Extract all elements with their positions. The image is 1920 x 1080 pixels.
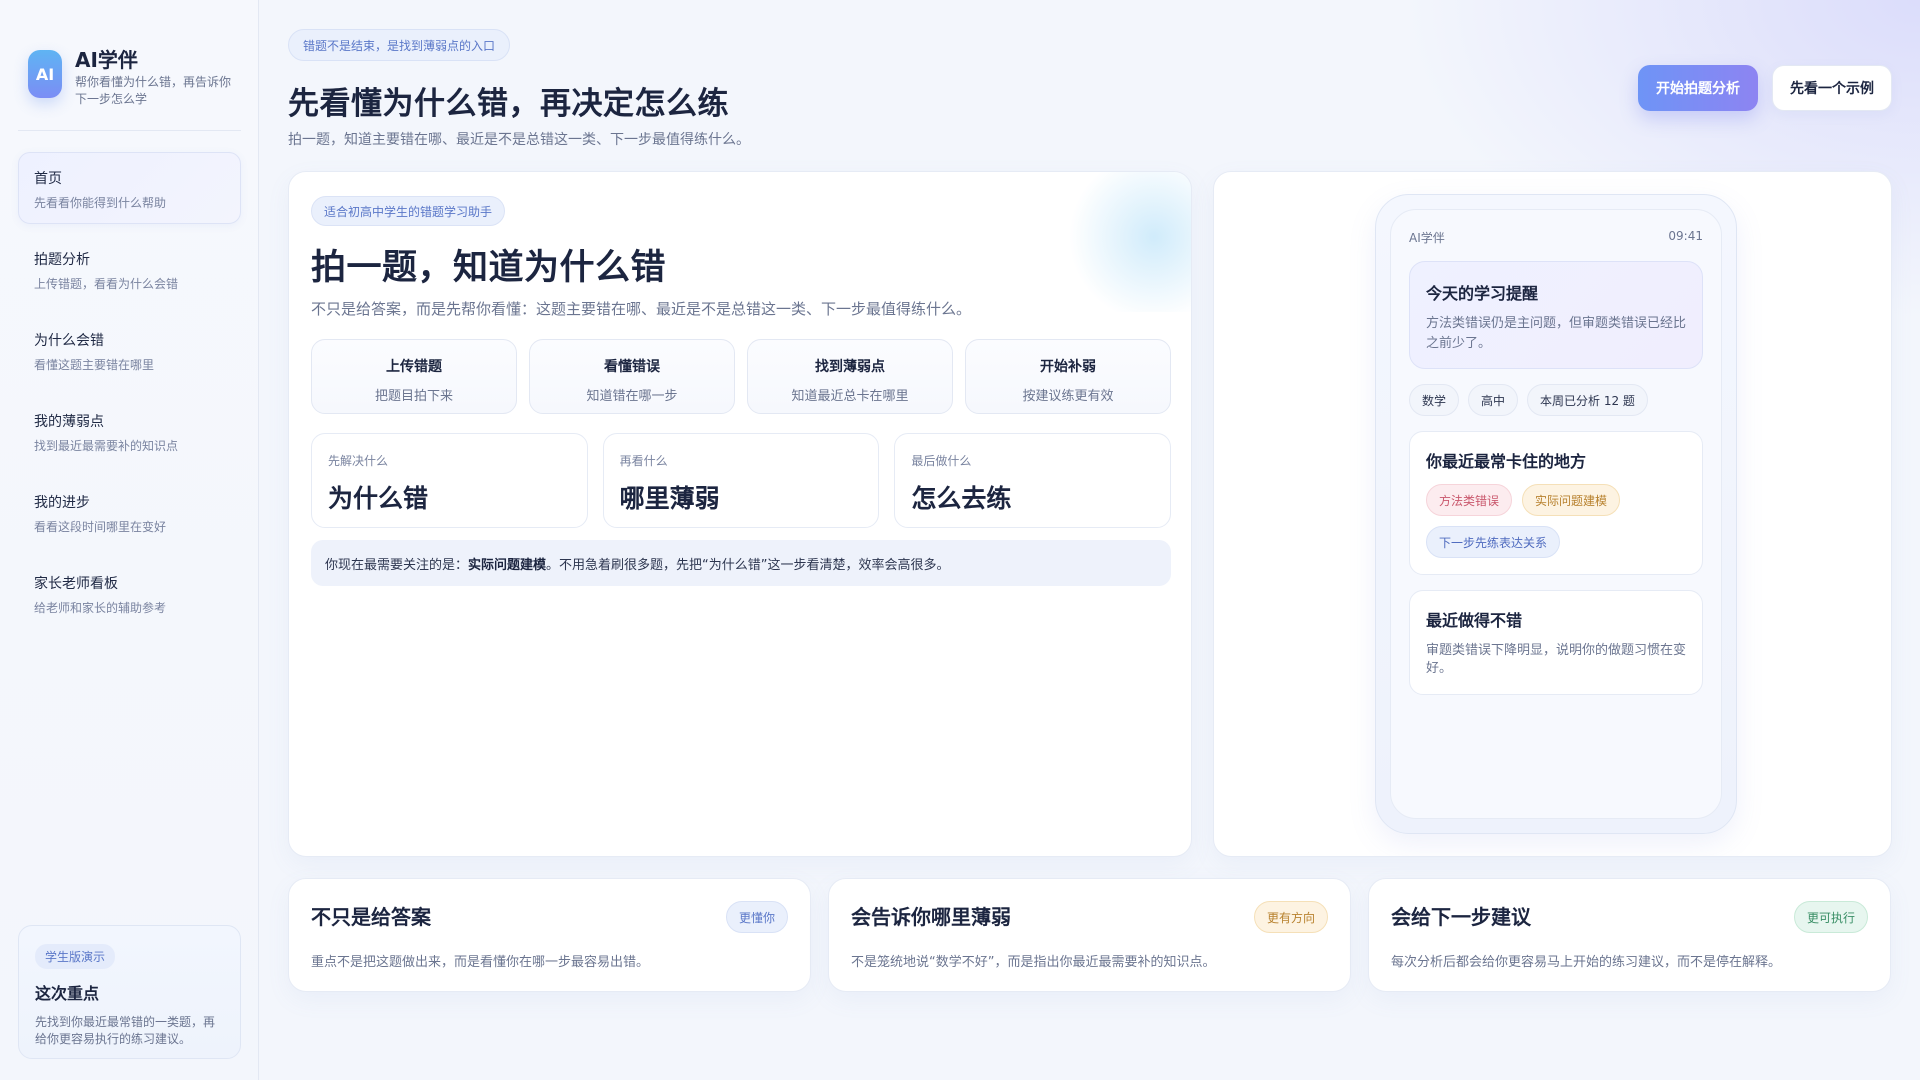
feature-description: 每次分析后都会给你更容易马上开始的练习建议，而不是停在解释。 — [1391, 955, 1782, 970]
hero-card-title: 拍一题，知道为什么错 — [311, 248, 667, 288]
step-subtitle: 按建议练更有效 — [1022, 389, 1114, 404]
filter-chips: 数学 高中 本周已分析 12 题 — [1409, 384, 1703, 416]
sidebar-item-title: 我的进步 — [34, 495, 90, 511]
chip-subject[interactable]: 数学 — [1409, 384, 1460, 416]
step-understand[interactable]: 看懂错误 知道错在哪一步 — [529, 339, 735, 414]
sidebar-item-photo-analysis[interactable]: 拍题分析 上传错题，看看为什么会错 — [18, 233, 241, 305]
brand: AI AI学伴 帮你看懂为什么错，再告诉你下一步怎么学 — [28, 42, 238, 112]
focus-prefix: 你现在最需要关注的是： — [325, 557, 469, 573]
phase-value: 怎么去练 — [911, 484, 1012, 513]
step-upload[interactable]: 上传错题 把题目拍下来 — [311, 339, 517, 414]
demo-badge: 学生版演示 — [35, 944, 116, 969]
header-tag: 错题不是结束，是找到薄弱点的入口 — [288, 29, 511, 61]
feature-card-not-just-answers: 不只是给答案 更懂你 重点不是把这题做出来，而是看懂你在哪一步最容易出错。 — [288, 878, 811, 992]
sidebar-nav: 首页 先看看你能得到什么帮助 拍题分析 上传错题，看看为什么会错 为什么会错 看… — [18, 152, 241, 638]
feature-title: 不只是给答案 — [311, 905, 431, 929]
brand-logo-icon: AI — [28, 50, 62, 98]
feature-card-next-step: 会给下一步建议 更可执行 每次分析后都会给你更容易马上开始的练习建议，而不是停在… — [1368, 878, 1891, 992]
step-find-weakness[interactable]: 找到薄弱点 知道最近总卡在哪里 — [747, 339, 953, 414]
phase-value: 哪里薄弱 — [619, 484, 720, 513]
chip-grade[interactable]: 高中 — [1468, 384, 1519, 416]
feature-badge: 更懂你 — [725, 901, 788, 933]
stuck-points-card: 你最近最常卡住的地方 方法类错误 实际问题建模 下一步先练表达关系 — [1409, 431, 1703, 575]
view-example-button[interactable]: 先看一个示例 — [1772, 65, 1892, 111]
reminder-title: 今天的学习提醒 — [1426, 284, 1539, 303]
phase-card: 最后做什么 怎么去练 — [894, 433, 1172, 528]
sidebar-item-subtitle: 上传错题，看看为什么会错 — [34, 277, 179, 291]
sidebar-item-subtitle: 找到最近最需要补的知识点 — [34, 439, 179, 453]
step-title: 看懂错误 — [604, 359, 660, 375]
hero-card-tag: 适合初高中学生的错题学习助手 — [311, 196, 506, 226]
feature-badge: 更可执行 — [1793, 901, 1868, 933]
phase-label: 再看什么 — [619, 454, 668, 468]
phone-status-bar: AI学伴 09:41 — [1409, 210, 1703, 246]
sidebar-item-progress[interactable]: 我的进步 看看这段时间哪里在变好 — [18, 476, 241, 548]
step-subtitle: 知道错在哪一步 — [586, 389, 678, 404]
tag-method-error: 方法类错误 — [1426, 484, 1513, 516]
sidebar: AI AI学伴 帮你看懂为什么错，再告诉你下一步怎么学 首页 先看看你能得到什么… — [0, 0, 259, 1080]
phone-screen: AI学伴 09:41 今天的学习提醒 方法类错误仍是主问题，但审题类错误已经比之… — [1390, 209, 1722, 819]
phone-time: 09:41 — [1668, 229, 1703, 243]
learning-reminder-card: 今天的学习提醒 方法类错误仍是主问题，但审题类错误已经比之前少了。 — [1409, 261, 1703, 369]
focus-hint: 你现在最需要关注的是： 实际问题建模 。不用急着刷很多题，先把“为什么错”这一步看清… — [311, 540, 1171, 586]
chip-weekly-count[interactable]: 本周已分析 12 题 — [1527, 384, 1648, 416]
sidebar-item-title: 首页 — [34, 171, 62, 187]
tag-modeling: 实际问题建模 — [1522, 484, 1621, 516]
reminder-text: 方法类错误仍是主问题，但审题类错误已经比之前少了。 — [1426, 316, 1687, 351]
phase-value: 为什么错 — [328, 484, 429, 513]
sidebar-item-weak-points[interactable]: 我的薄弱点 找到最近最需要补的知识点 — [18, 395, 241, 467]
brand-description: 帮你看懂为什么错，再告诉你下一步怎么学 — [75, 75, 232, 106]
step-title: 找到薄弱点 — [815, 359, 885, 375]
steps-row: 上传错题 把题目拍下来 看懂错误 知道错在哪一步 找到薄弱点 知道最近总卡在哪里… — [311, 339, 1171, 414]
feature-badge: 更有方向 — [1253, 901, 1328, 933]
feature-description: 重点不是把这题做出来，而是看懂你在哪一步最容易出错。 — [311, 955, 650, 970]
phase-card: 再看什么 哪里薄弱 — [602, 433, 880, 528]
feature-card-weak-points: 会告诉你哪里薄弱 更有方向 不是笼统地说“数学不好”，而是指出你最近最需要补的知… — [828, 878, 1351, 992]
phone-preview-card: AI学伴 09:41 今天的学习提醒 方法类错误仍是主问题，但审题类错误已经比之… — [1213, 171, 1892, 857]
sidebar-item-subtitle: 先看看你能得到什么帮助 — [34, 196, 167, 210]
sidebar-item-title: 为什么会错 — [34, 333, 104, 349]
hero-card-subtitle: 不只是给答案，而是先帮你看懂：这题主要错在哪、最近是不是总错这一类、下一步最值得… — [311, 300, 972, 318]
focus-suffix: 。不用急着刷很多题，先把“为什么错”这一步看清楚，效率会高很多。 — [546, 557, 950, 573]
doing-well-text: 审题类错误下降明显，说明你的做题习惯在变好。 — [1426, 643, 1687, 676]
step-title: 上传错题 — [386, 359, 442, 375]
sidebar-divider — [18, 130, 241, 131]
sidebar-item-subtitle: 给老师和家长的辅助参考 — [34, 601, 167, 615]
sidebar-item-title: 拍题分析 — [34, 252, 90, 268]
sidebar-item-home[interactable]: 首页 先看看你能得到什么帮助 — [18, 152, 241, 224]
phases-row: 先解决什么 为什么错 再看什么 哪里薄弱 最后做什么 怎么去练 — [311, 433, 1172, 528]
phone-mockup: AI学伴 09:41 今天的学习提醒 方法类错误仍是主问题，但审题类错误已经比之… — [1375, 194, 1737, 834]
feature-description: 不是笼统地说“数学不好”，而是指出你最近最需要补的知识点。 — [851, 955, 1216, 970]
sidebar-item-subtitle: 看看这段时间哪里在变好 — [34, 520, 167, 534]
start-analysis-button[interactable]: 开始拍题分析 — [1638, 65, 1758, 111]
stuck-tags: 方法类错误 实际问题建模 下一步先练表达关系 — [1426, 484, 1686, 558]
step-title: 开始补弱 — [1040, 359, 1096, 375]
focus-highlight: 实际问题建模 — [468, 557, 547, 573]
sidebar-item-why-wrong[interactable]: 为什么会错 看懂这题主要错在哪里 — [18, 314, 241, 386]
step-subtitle: 知道最近总卡在哪里 — [791, 389, 909, 404]
step-subtitle: 把题目拍下来 — [374, 389, 453, 404]
brand-name: AI学伴 — [75, 48, 138, 72]
phase-label: 先解决什么 — [328, 454, 389, 468]
hero-card: 适合初高中学生的错题学习助手 拍一题，知道为什么错 不只是给答案，而是先帮你看懂… — [288, 171, 1192, 857]
page-title: 先看懂为什么错，再决定怎么练 — [288, 86, 729, 122]
focus-summary-card: 学生版演示 这次重点 先找到你最近最常错的一类题，再给你更容易执行的练习建议。 — [18, 925, 241, 1059]
stuck-points-title: 你最近最常卡住的地方 — [1426, 452, 1587, 471]
sidebar-item-subtitle: 看懂这题主要错在哪里 — [34, 358, 155, 372]
sidebar-item-parent-teacher-board[interactable]: 家长老师看板 给老师和家长的辅助参考 — [18, 557, 241, 629]
focus-summary-title: 这次重点 — [35, 984, 100, 1003]
hero-card-glow — [1059, 172, 1191, 312]
phone-app-name: AI学伴 — [1409, 231, 1445, 245]
doing-well-card: 最近做得不错 审题类错误下降明显，说明你的做题习惯在变好。 — [1409, 590, 1703, 695]
page-subtitle: 拍一题，知道主要错在哪、最近是不是总错这一类、下一步最值得练什么。 — [288, 132, 750, 148]
step-practice[interactable]: 开始补弱 按建议练更有效 — [965, 339, 1171, 414]
phase-card: 先解决什么 为什么错 — [311, 433, 588, 528]
phase-label: 最后做什么 — [911, 454, 972, 468]
tag-next-step: 下一步先练表达关系 — [1426, 526, 1561, 558]
focus-summary-description: 先找到你最近最常错的一类题，再给你更容易执行的练习建议。 — [35, 1015, 216, 1046]
doing-well-title: 最近做得不错 — [1426, 611, 1523, 630]
sidebar-item-title: 我的薄弱点 — [34, 414, 104, 430]
sidebar-item-title: 家长老师看板 — [34, 576, 118, 592]
